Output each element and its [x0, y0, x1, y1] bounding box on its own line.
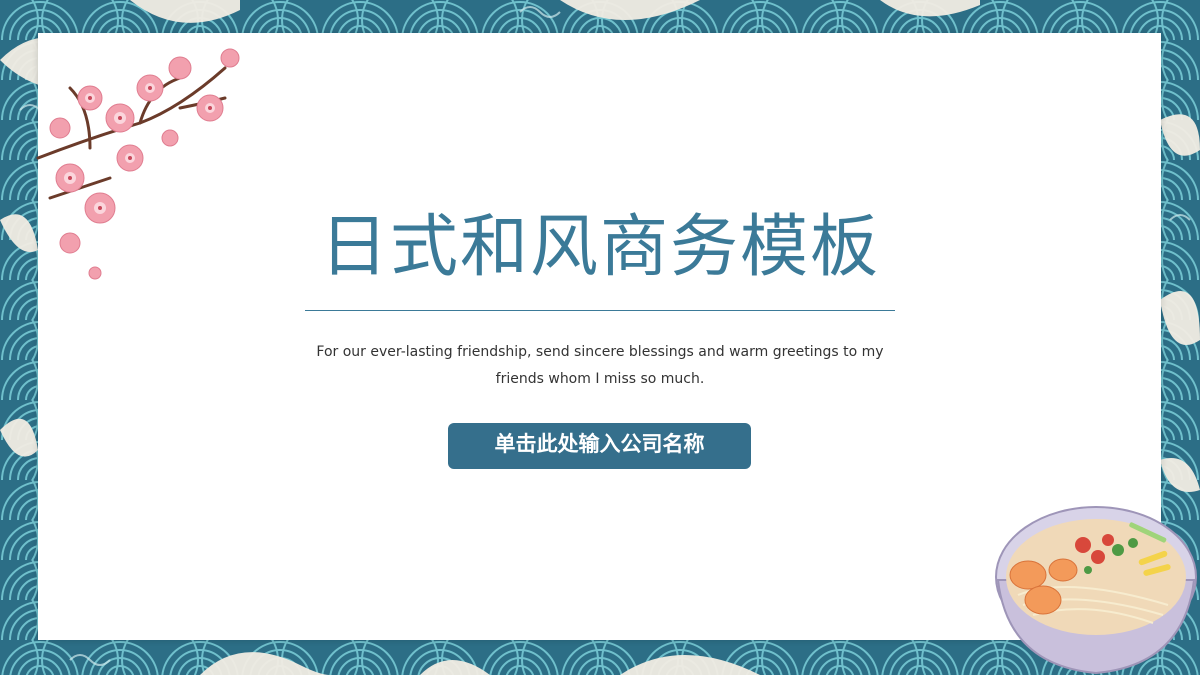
slide: 日式和风商务模板 For our ever-lasting friendship… [0, 0, 1200, 675]
title-divider [305, 310, 895, 311]
page-title: 日式和风商务模板 [319, 208, 880, 287]
company-name-placeholder-button[interactable]: 单击此处输入公司名称 [448, 423, 751, 469]
subtitle-text: For our ever-lasting friendship, send si… [316, 344, 884, 387]
ramen-bowl-icon [995, 506, 1197, 675]
